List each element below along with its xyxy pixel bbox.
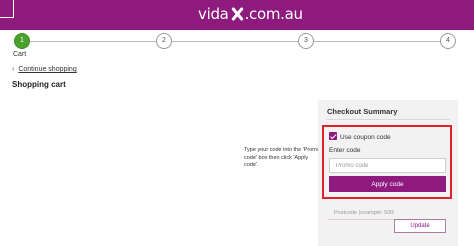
logo-text-prefix: vida xyxy=(198,5,229,23)
promo-code-input[interactable] xyxy=(329,158,446,173)
step-3: 3 xyxy=(298,33,314,49)
continue-shopping-label: Continue shopping xyxy=(18,66,77,73)
step-1-cart: 1 xyxy=(14,33,30,49)
summary-divider xyxy=(326,119,450,120)
site-logo[interactable]: vida .com.au xyxy=(198,5,303,23)
page-title: Shopping cart xyxy=(12,80,66,89)
postcode-underline xyxy=(328,219,394,220)
coupon-checkbox[interactable] xyxy=(329,132,337,140)
chevron-left-icon: ‹ xyxy=(12,66,15,73)
header-corner-icon xyxy=(0,0,14,18)
enter-code-label: Enter code xyxy=(329,147,361,154)
postcode-input[interactable] xyxy=(328,207,394,219)
stepper-line-3 xyxy=(314,41,440,42)
step-2: 2 xyxy=(156,33,172,49)
promo-hint-text: Type your code into the 'Promo code' box… xyxy=(244,147,320,168)
step-4: 4 xyxy=(440,33,456,49)
coupon-checkbox-row[interactable]: Use coupon code xyxy=(329,132,391,141)
coupon-checkbox-label: Use coupon code xyxy=(340,134,391,141)
step-1-label: Cart xyxy=(13,51,27,58)
logo-text-suffix: .com.au xyxy=(244,5,303,23)
checkout-summary-title: Checkout Summary xyxy=(327,107,398,116)
stepper-line-2 xyxy=(172,41,298,42)
apply-code-button[interactable]: Apply code xyxy=(329,176,446,192)
update-button[interactable]: Update xyxy=(394,219,446,233)
stepper-line-1 xyxy=(30,41,156,42)
site-header: vida .com.au xyxy=(0,0,474,30)
logo-x-icon xyxy=(230,7,244,21)
coupon-highlight-box: Use coupon code Enter code Apply code xyxy=(322,125,452,199)
continue-shopping-link[interactable]: ‹ Continue shopping xyxy=(12,66,77,73)
